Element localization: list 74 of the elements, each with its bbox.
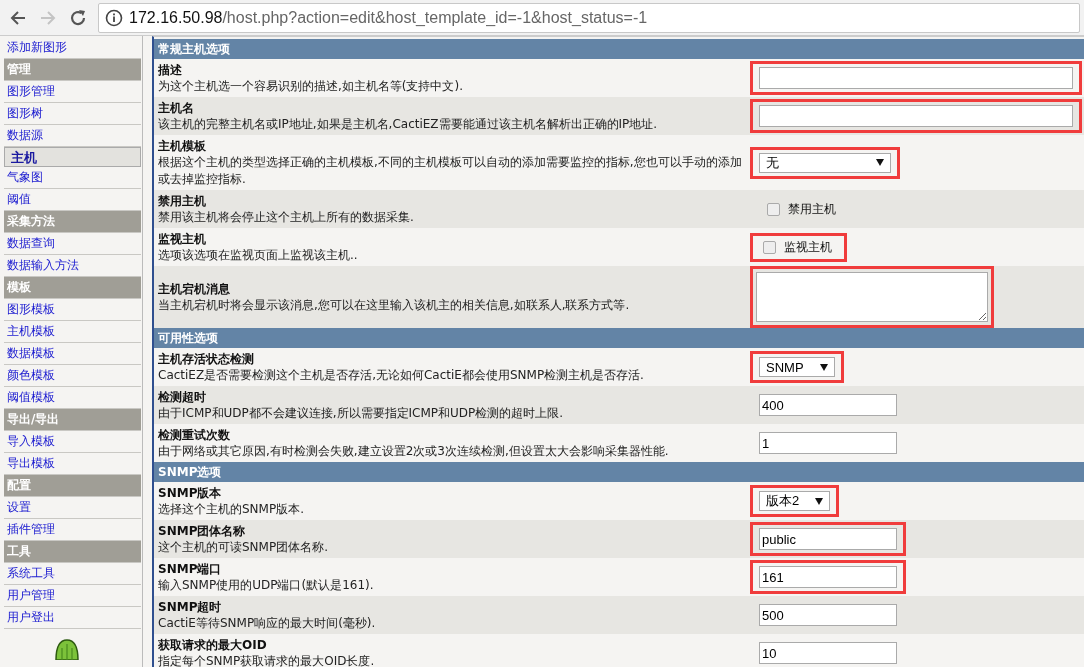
address-bar[interactable]: 172.16.50.98/host.php?action=edit&host_template_id=-1&host_status=-1: [98, 2, 1080, 33]
checkbox[interactable]: [767, 202, 780, 216]
sidebar-item[interactable]: 主机: [4, 147, 141, 167]
text-field[interactable]: 500: [759, 604, 897, 626]
caret-icon: [815, 497, 824, 505]
sidebar-item[interactable]: 颜色模板: [4, 365, 141, 387]
sidebar-item[interactable]: 图形管理: [4, 81, 141, 103]
field-description: 由于ICMP和UDP都不会建议连接,所以需要指定ICMP和UDP检测的超时上限.: [158, 405, 565, 422]
sidebar-item[interactable]: 数据模板: [4, 343, 141, 365]
sidebar-header: 导出/导出: [4, 409, 141, 431]
section-header: 常规主机选项: [154, 39, 1084, 59]
sidebar-header: 管理: [4, 59, 141, 81]
field-description: 为这个主机选一个容易识别的描述,如主机名等(支持中文).: [158, 78, 464, 95]
field-label: 主机宕机消息: [158, 281, 231, 297]
checkbox[interactable]: [763, 240, 776, 254]
sidebar-item[interactable]: 导入模板: [4, 431, 141, 453]
field-label: 监视主机: [158, 231, 207, 247]
field-label: 主机存活状态检测: [158, 351, 255, 367]
text-field[interactable]: public: [759, 528, 897, 550]
field-label: 获取请求的最大OID: [158, 637, 268, 653]
field-label: SNMP团体名称: [158, 523, 247, 539]
section-header: 可用性选项: [154, 328, 1084, 348]
section-header: SNMP选项: [154, 462, 1084, 482]
sidebar-header: 配置: [4, 475, 141, 497]
field-description: 输入SNMP使用的UDP端口(默认是161).: [158, 577, 375, 594]
field-description: 选择这个主机的SNMP版本.: [158, 501, 305, 518]
field-description: 禁用该主机将会停止这个主机上所有的数据采集.: [158, 209, 415, 226]
dropdown[interactable]: SNMP: [759, 357, 835, 377]
sidebar-item[interactable]: 图形模板: [4, 299, 141, 321]
dropdown[interactable]: 版本2: [759, 491, 831, 511]
sidebar-item[interactable]: 主机模板: [4, 321, 141, 343]
caret-icon: [876, 159, 884, 166]
field-description: 该主机的完整主机名或IP地址,如果是主机名,CactiEZ需要能通过该主机名解析出正确的IP地址.: [158, 116, 659, 133]
field-label: 主机名: [158, 100, 195, 116]
sidebar-item[interactable]: 图形树: [4, 103, 141, 125]
dropdown[interactable]: 无: [759, 152, 891, 173]
field-label: 描述: [158, 62, 183, 78]
field-label: SNMP端口: [158, 561, 223, 577]
field-description: 指定每个SNMP获取请求的最大OID长度.: [158, 653, 376, 667]
field-description: 选项该选项在监视页面上监视该主机..: [158, 247, 359, 264]
text-field[interactable]: 400: [759, 394, 897, 416]
sidebar-item[interactable]: 气象图: [4, 167, 141, 189]
field-label: 检测超时: [158, 389, 207, 405]
field-label: 检测重试次数: [158, 427, 231, 443]
info-icon[interactable]: [105, 8, 123, 27]
field-description: 根据这个主机的类型选择正确的主机模板,不同的主机模板可以自动的添加需要监控的指标,您也可以手动的添加或去掉监控指标.: [158, 154, 743, 188]
text-field[interactable]: 1: [759, 432, 897, 454]
text-field[interactable]: 10: [759, 642, 897, 664]
field-label: SNMP版本: [158, 485, 223, 501]
checkbox-label: 禁用主机: [788, 200, 836, 218]
field-label: 主机模板: [158, 138, 207, 154]
field-description: 由于网络或其它原因,有时检测会失败,建立设置2次或3次连续检测,但设置太大会影响采集器性能.: [158, 443, 670, 460]
cactus-icon: [52, 638, 82, 660]
field-description: 这个主机的可读SNMP团体名称.: [158, 539, 329, 556]
checkbox-label: 监视主机: [784, 238, 832, 256]
sidebar-item[interactable]: 用户登出: [4, 607, 141, 629]
text-area[interactable]: [756, 272, 988, 322]
sidebar-item[interactable]: 设置: [4, 497, 141, 519]
sidebar-header: 采集方法: [4, 211, 141, 233]
field-description: CactiEZ是否需要检测这个主机是否存活,无论如何CactiE都会使用SNMP检测主机是否存活.: [158, 367, 645, 384]
sidebar-header: 工具: [4, 541, 141, 563]
field-description: CactiE等待SNMP响应的最大时间(毫秒).: [158, 615, 377, 632]
text-field[interactable]: [759, 105, 1073, 127]
text-field[interactable]: 161: [759, 566, 897, 588]
reload-icon[interactable]: [68, 7, 88, 28]
sidebar-item[interactable]: 数据查询: [4, 233, 141, 255]
field-label: 禁用主机: [158, 193, 207, 209]
field-description: 当主机宕机时将会显示该消息,您可以在这里输入该机主的相关信息,如联系人,联系方式等.: [158, 297, 631, 314]
field-label: SNMP超时: [158, 599, 223, 615]
text-field[interactable]: [759, 67, 1073, 89]
caret-icon: [819, 363, 828, 371]
sidebar-item[interactable]: 系统工具: [4, 563, 141, 585]
sidebar-header: 模板: [4, 277, 141, 299]
sidebar-item[interactable]: 用户管理: [4, 585, 141, 607]
